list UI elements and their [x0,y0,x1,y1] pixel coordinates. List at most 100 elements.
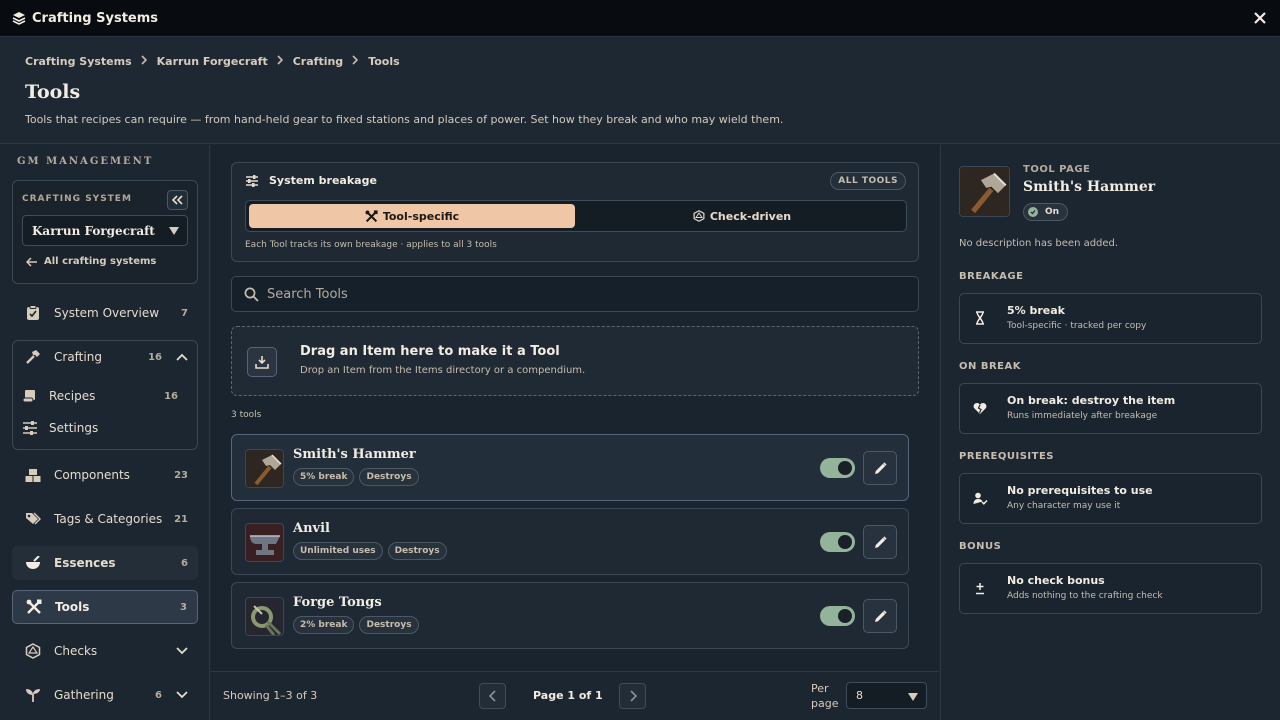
tool-row[interactable]: Smith's Hammer 5% break Destroys [231,434,909,501]
sidebar-item-essences[interactable]: Essences 6 [12,546,198,580]
edit-tool-button[interactable] [863,599,897,633]
sidebar-item-tools[interactable]: Tools 3 [12,590,198,624]
layers-icon [12,11,26,25]
sidebar-item-tags-categories[interactable]: Tags & Categories 21 [12,502,198,536]
next-page-button[interactable] [619,683,646,709]
sidebar-item-count: 3 [180,601,187,613]
pencil-icon [874,609,887,622]
page-subtitle: Tools that recipes can require — from ha… [25,113,784,126]
tool-tag: 5% break [293,468,355,486]
sidebar-item-label: Components [54,468,130,482]
dropdown-triangle-icon [908,693,918,701]
tool-tag: Destroys [359,616,419,634]
edit-tool-button[interactable] [863,525,897,559]
sidebar-item-label: Essences [54,556,116,570]
breadcrumb-current: Tools [368,55,400,68]
card-title: No check bonus [1007,574,1105,587]
sidebar-item-components[interactable]: Components 23 [12,458,198,492]
sidebar-item-checks[interactable]: Checks [12,634,198,668]
page-header: Crafting Systems Karrun Forgecraft Craft… [0,37,1280,144]
breakage-option-tool-specific[interactable]: Tool-specific [249,204,575,228]
chevron-right-icon [141,55,148,68]
sidebar-item-label: Tools [55,600,90,614]
sidebar-item-count: 6 [155,689,162,701]
item-dropzone[interactable]: Drag an Item here to make it a Tool Drop… [231,326,919,396]
hourglass-icon [972,309,988,327]
tool-row[interactable]: Anvil Unlimited uses Destroys [231,508,909,575]
tool-enabled-toggle[interactable] [820,458,855,478]
tags-icon [24,510,42,528]
tongs-thumbnail [245,597,284,636]
sidebar-item-count: 16 [148,351,162,363]
all-crafting-systems-label: All crafting systems [44,256,157,267]
user-check-icon [972,489,988,507]
broken-heart-icon [972,399,988,417]
tool-tag: Destroys [359,468,419,486]
on-break-card[interactable]: On break: destroy the item Runs immediat… [959,383,1262,434]
card-subtitle: Any character may use it [1007,501,1121,511]
sliders-icon [22,420,38,436]
tools-count: 3 tools [231,410,262,420]
sidebar-item-crafting[interactable]: Crafting 16 [12,340,198,374]
sidebar-section-label: GM MANAGEMENT [17,156,154,167]
window-titlebar: Crafting Systems [0,0,1280,37]
page-indicator: Page 1 of 1 [533,689,603,702]
plus-minus-icon [972,579,988,597]
chevron-left-icon [488,690,496,702]
breadcrumb-crafting[interactable]: Crafting [293,55,343,68]
per-page-select[interactable]: 8 [846,682,927,709]
breakage-option-check-driven[interactable]: Check-driven [579,204,905,228]
breadcrumb-system[interactable]: Karrun Forgecraft [157,55,268,68]
all-crafting-systems-link[interactable]: All crafting systems [26,256,156,267]
hammer-icon [24,348,42,366]
breadcrumb-crafting-systems[interactable]: Crafting Systems [25,55,132,68]
clipboard-icon [24,304,42,322]
tool-enabled-toggle[interactable] [820,606,855,626]
scroll-icon [22,388,38,404]
breakage-option-label: Tool-specific [382,209,460,223]
search-bar [231,276,919,312]
double-chevron-left-icon [172,195,183,205]
hammer-thumbnail [245,449,284,488]
breakage-card[interactable]: 5% break Tool-specific · tracked per cop… [959,293,1262,344]
pencil-icon [874,535,887,548]
dropzone-subtitle: Drop an Item from the Items directory or… [300,365,586,376]
chevron-right-icon [277,55,284,68]
window-title: Crafting Systems [32,10,159,26]
pagination-bar: Showing 1–3 of 3 Page 1 of 1 Per page 8 [211,671,939,720]
main-content: System breakage ALL TOOLS Tool-specific … [211,145,939,720]
section-heading-breakage: BREAKAGE [959,271,1024,282]
sidebar-item-system-overview[interactable]: System Overview 7 [12,296,198,330]
prerequisites-card[interactable]: No prerequisites to use Any character ma… [959,473,1262,524]
breadcrumb: Crafting Systems Karrun Forgecraft Craft… [25,55,400,68]
hammer-thumbnail [959,166,1010,217]
tool-enabled-toggle[interactable] [820,532,855,552]
section-heading-prerequisites: PREREQUISITES [959,451,1055,462]
system-breakage-card: System breakage ALL TOOLS Tool-specific … [231,162,919,262]
detail-kicker: TOOL PAGE [1023,164,1091,175]
chevron-right-icon [352,55,359,68]
tool-row[interactable]: Forge Tongs 2% break Destroys [231,582,909,649]
crafting-system-select[interactable]: Karrun Forgecraft [22,215,188,246]
crafting-system-value: Karrun Forgecraft [32,223,155,238]
detail-status-badge[interactable]: On [1023,203,1069,221]
pencil-icon [874,461,887,474]
collapse-sidebar-button[interactable] [167,190,188,210]
breakage-mode-toggle: Tool-specific Check-driven [245,200,907,232]
edit-tool-button[interactable] [863,451,897,485]
sidebar-subitem-recipes[interactable]: Recipes 16 [22,382,188,410]
bonus-card[interactable]: No check bonus Adds nothing to the craft… [959,563,1262,614]
sidebar-subitem-settings[interactable]: Settings [22,414,188,442]
tool-name: Smith's Hammer [293,447,416,462]
chevron-down-icon [176,647,188,655]
sidebar: GM MANAGEMENT CRAFTING SYSTEM Karrun For… [0,145,210,720]
sidebar-item-label: Gathering [54,688,114,702]
download-icon [247,347,277,377]
tool-tag: 2% break [293,616,355,634]
search-input[interactable] [267,286,867,302]
sidebar-item-gathering[interactable]: Gathering 6 [12,678,198,712]
dropdown-triangle-icon [169,227,179,235]
close-icon[interactable] [1252,10,1268,26]
prev-page-button[interactable] [479,683,506,709]
sprout-icon [24,686,42,704]
